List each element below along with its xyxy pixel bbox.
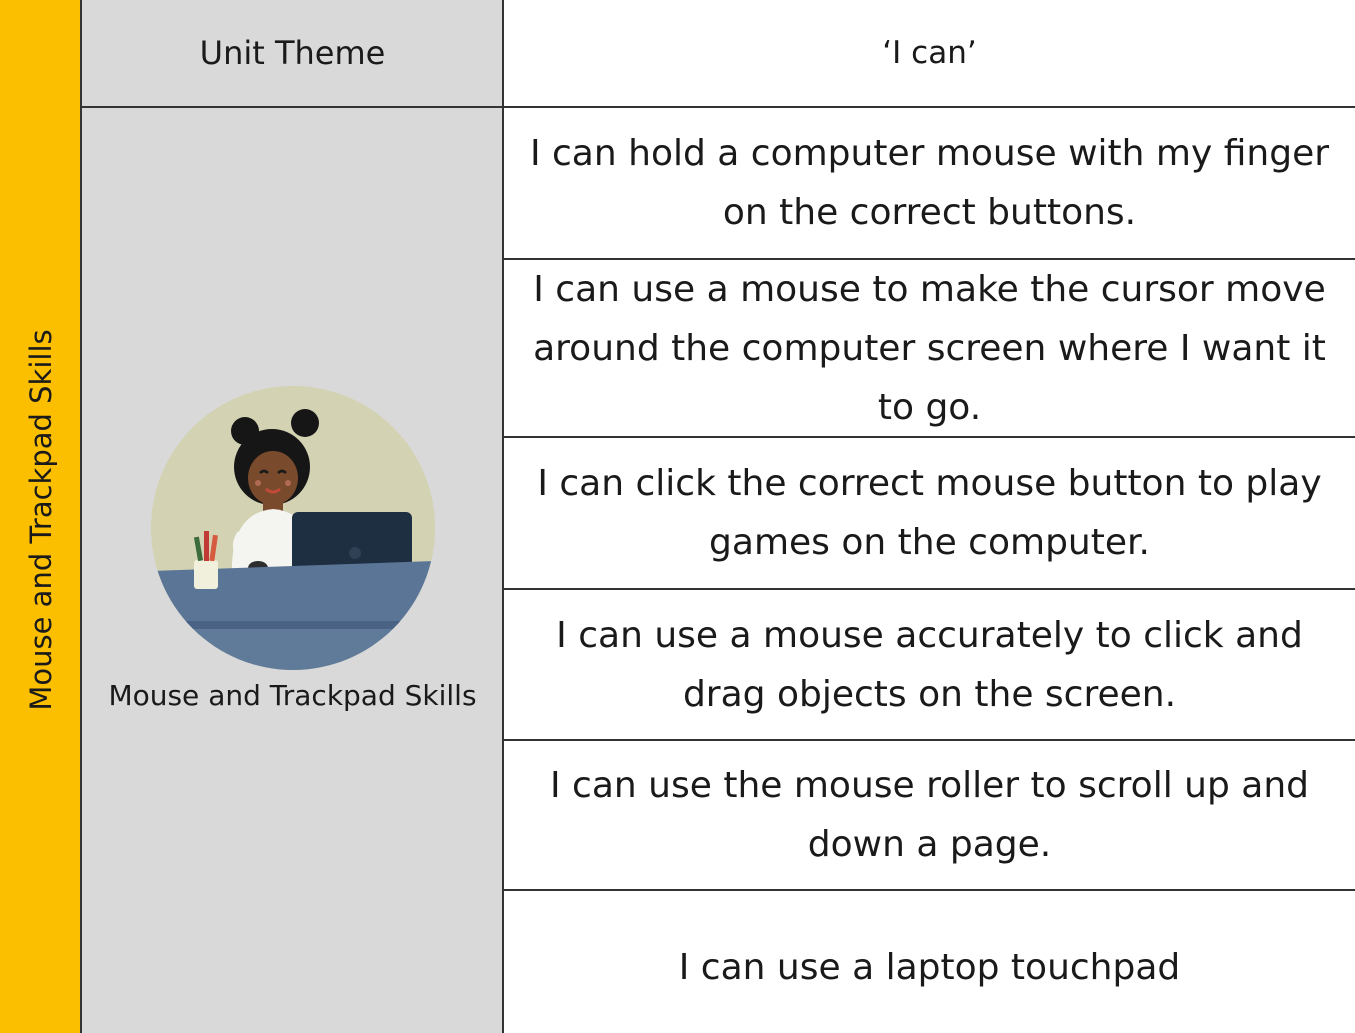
i-can-item-text: I can use a laptop touchpad [678, 946, 1181, 988]
i-can-item: I can use a mouse accurately to click an… [504, 590, 1355, 741]
side-band: Mouse and Trackpad Skills [0, 0, 82, 1033]
side-band-label: Mouse and Trackpad Skills [24, 329, 58, 711]
i-can-column: ‘I can’ I can hold a computer mouse with… [504, 0, 1355, 1033]
girl-at-laptop-illustration [151, 386, 435, 670]
i-can-item-text: I can use the mouse roller to scroll up … [549, 765, 1309, 865]
unit-theme-divider [82, 106, 503, 108]
i-can-item-text: I can use a mouse to make the cursor mov… [533, 268, 1326, 428]
unit-theme-label: Mouse and Trackpad Skills [108, 679, 477, 712]
unit-theme-header: Unit Theme [199, 34, 386, 72]
i-can-item: I can click the correct mouse button to … [504, 438, 1355, 590]
i-can-item: I can use a laptop touchpad [504, 891, 1355, 1033]
i-can-item: I can use the mouse roller to scroll up … [504, 741, 1355, 891]
i-can-item-text: I can hold a computer mouse with my fing… [529, 133, 1330, 233]
i-can-item: I can use a mouse to make the cursor mov… [504, 260, 1355, 438]
skills-table: Mouse and Trackpad Skills Unit Theme Mou… [0, 0, 1355, 1033]
i-can-item-text: I can click the correct mouse button to … [537, 463, 1322, 563]
i-can-item: I can hold a computer mouse with my fing… [504, 108, 1355, 260]
i-can-header: ‘I can’ [882, 35, 977, 71]
i-can-item-text: I can use a mouse accurately to click an… [556, 614, 1303, 715]
